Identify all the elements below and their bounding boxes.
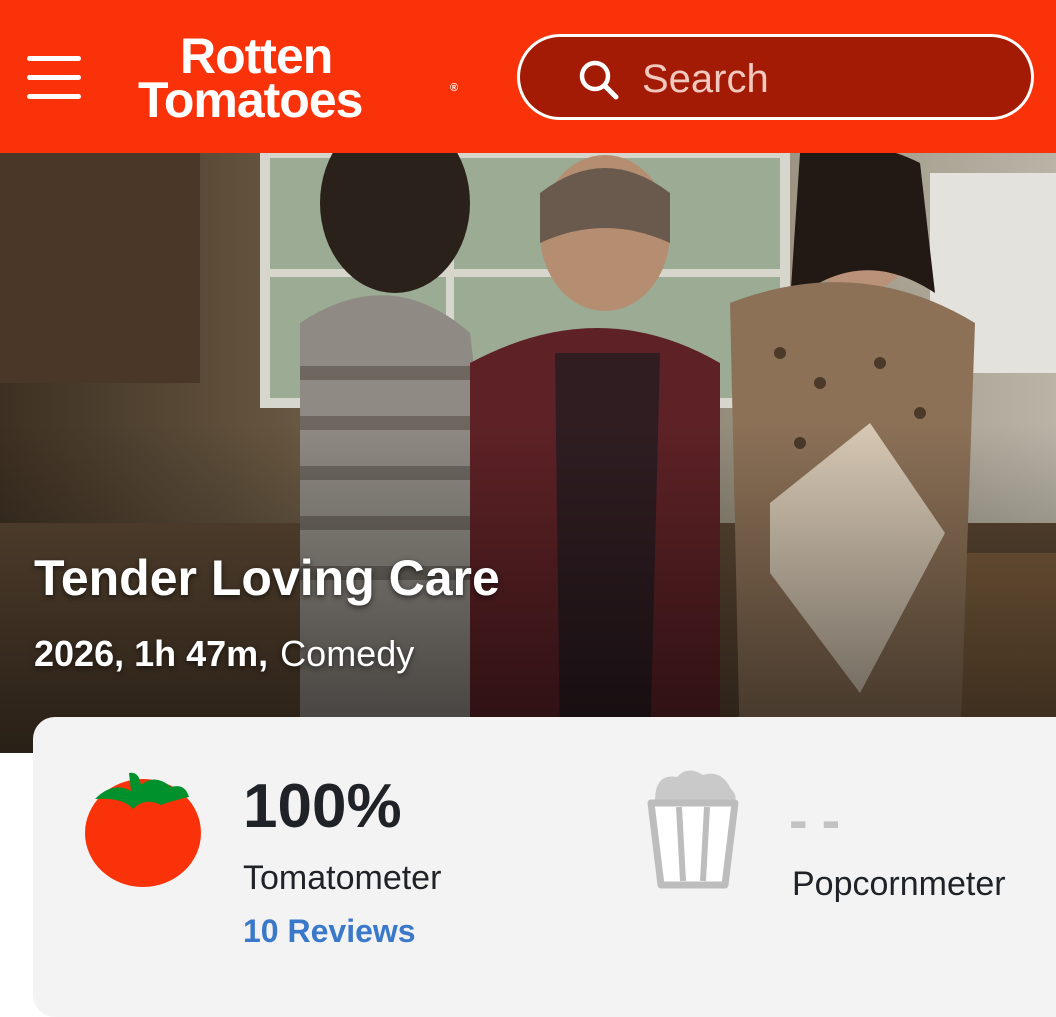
popcornmeter-label: Popcornmeter bbox=[792, 865, 1006, 903]
search-icon[interactable] bbox=[578, 59, 620, 101]
score-card: 100% Tomatometer 10 Reviews -- Popcornme… bbox=[33, 717, 1056, 1017]
menu-line bbox=[27, 56, 81, 61]
top-header: Rotten Tomatoes ® bbox=[0, 0, 1056, 153]
menu-line bbox=[27, 94, 81, 99]
rotten-tomatoes-logo[interactable]: Rotten Tomatoes ® bbox=[138, 30, 463, 126]
search-bar[interactable] bbox=[517, 34, 1034, 120]
popcorn-bucket-icon[interactable] bbox=[647, 767, 739, 889]
movie-year-runtime: 2026, 1h 47m, bbox=[34, 633, 269, 674]
search-input[interactable] bbox=[640, 51, 1004, 107]
movie-hero-banner: Tender Loving Care 2026, 1h 47m, Comedy bbox=[0, 153, 1056, 753]
tomatometer-label: Tomatometer bbox=[243, 859, 442, 897]
tomatometer-score: 100% bbox=[243, 772, 402, 841]
logo-line-2: Tomatoes bbox=[138, 72, 363, 128]
hamburger-menu-icon[interactable] bbox=[27, 56, 81, 100]
movie-title: Tender Loving Care bbox=[34, 550, 500, 606]
fresh-tomato-icon[interactable] bbox=[85, 767, 207, 891]
movie-genre: Comedy bbox=[280, 633, 415, 674]
popcornmeter-score: -- bbox=[789, 788, 855, 851]
movie-meta: 2026, 1h 47m, Comedy bbox=[34, 633, 414, 675]
menu-line bbox=[27, 75, 81, 80]
logo-registered-mark: ® bbox=[450, 82, 458, 94]
reviews-count-link[interactable]: 10 Reviews bbox=[243, 913, 416, 950]
